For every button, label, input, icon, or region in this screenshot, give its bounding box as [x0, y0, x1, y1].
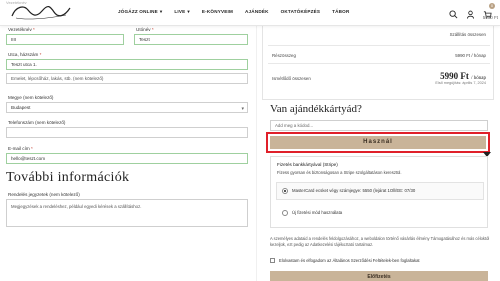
divider [268, 63, 490, 64]
cart-count-badge: 0 [489, 3, 495, 9]
terms-row[interactable]: Elolvastam és elfogadom az Általános Sze… [270, 258, 420, 264]
firstname-label: Utónév * [136, 27, 154, 32]
gift-code-input[interactable]: Add meg a kódod... [270, 120, 488, 131]
new-method-radio[interactable] [282, 210, 288, 216]
recurring-total-label: Ismétlődő összesen [272, 76, 311, 81]
divider [268, 45, 490, 46]
lastname-label: Vezetéknév * [8, 27, 35, 32]
nav-item-0[interactable]: JÓGÁZZ ONLINE [118, 9, 158, 15]
phone-input[interactable] [6, 127, 248, 138]
cart-icon[interactable]: 0 [483, 3, 495, 19]
cart-total: 5990 Ft [482, 15, 498, 20]
address-input[interactable]: Teszt utca 1. [6, 59, 248, 70]
order-notes-textarea[interactable]: Megjegyzések a rendeléshez, például egye… [6, 199, 248, 227]
phone-label: Telefonszám (nem kötelező) [8, 120, 66, 125]
column-separator [256, 26, 257, 281]
recurring-total-value: 5990 Ft / hónap [440, 71, 486, 81]
logo[interactable] [6, 2, 76, 22]
saved-card-radio[interactable] [282, 188, 288, 194]
terms-checkbox[interactable] [270, 258, 275, 264]
county-select[interactable]: Budapest ▾ [6, 102, 248, 113]
email-input[interactable]: hello@teszt.com [6, 153, 248, 164]
saved-card-option[interactable]: MasterCard ecsket végy számjegye: 5550 (… [276, 182, 484, 200]
chevron-down-icon: ▾ [159, 9, 163, 14]
place-order-button[interactable]: Előfizetés [270, 271, 488, 281]
nav-item-5[interactable]: TÁBOR [332, 9, 349, 15]
site-header: Vezetéknév JÓGÁZZ ONLINE ▾ LIVE ▾ E-KÖNYVEIM… [0, 0, 500, 26]
additional-info-title: További információk [6, 170, 130, 185]
subtotal-label: Részösszeg [272, 53, 296, 58]
chevron-down-icon: ▾ [241, 106, 244, 112]
privacy-notice: A személyes adataid a rendelés feldolgoz… [270, 236, 490, 247]
email-label: E-mail cím * [8, 146, 33, 151]
county-label: Megye (nem kötelező) [8, 95, 54, 100]
header-icons: 0 [449, 3, 495, 19]
nav-item-2[interactable]: E-KÖNYVEIM [202, 9, 233, 15]
shipping-total-label: Szállítás összesen [449, 32, 486, 37]
lastname-input[interactable]: IIII [6, 34, 124, 45]
notes-label: Rendelés jegyzetek (nem kötelező) [8, 192, 80, 197]
new-method-option[interactable]: Új fizetési mód használata [276, 204, 484, 222]
search-icon[interactable] [449, 6, 458, 19]
nav-item-1[interactable]: LIVE [174, 9, 185, 15]
county-value: Budapest [11, 105, 31, 110]
subtotal-value: 5990 Ft / hónap [455, 53, 486, 58]
use-button-highlight: Használ [266, 132, 490, 153]
user-icon[interactable] [466, 6, 475, 19]
firstname-input[interactable]: Teszt [134, 34, 248, 45]
payment-method-title: Fizetés bankkártyával (Stripe) [277, 162, 338, 167]
terms-label: Elolvastam és elfogadom az Általános Sze… [279, 258, 420, 263]
address-label: Utca, házszám * [8, 52, 42, 57]
main-nav: JÓGÁZZ ONLINE ▾ LIVE ▾ E-KÖNYVEIM AJÁNDÉK OKTA… [118, 9, 349, 15]
nav-item-3[interactable]: AJÁNDÉK [245, 9, 269, 15]
payment-method-desc: Fizess gyorsan és biztonságosan a Stripe… [277, 170, 402, 175]
nav-item-4[interactable]: OKTATÓKÉPZÉS [281, 9, 321, 15]
new-method-label: Új fizetési mód használata [292, 210, 343, 215]
use-gift-code-button[interactable]: Használ [270, 136, 486, 149]
address2-input[interactable]: Emelet, lépcsőház, lakás, stb. (nem köte… [6, 73, 248, 84]
first-renewal-date: Első megújítás: április 7, 2024 [435, 81, 486, 85]
gift-card-title: Van ajándékkártyád? [270, 103, 362, 115]
saved-card-label: MasterCard ecsket végy számjegye: 5550 (… [292, 188, 416, 193]
chevron-down-icon: ▾ [187, 9, 190, 14]
